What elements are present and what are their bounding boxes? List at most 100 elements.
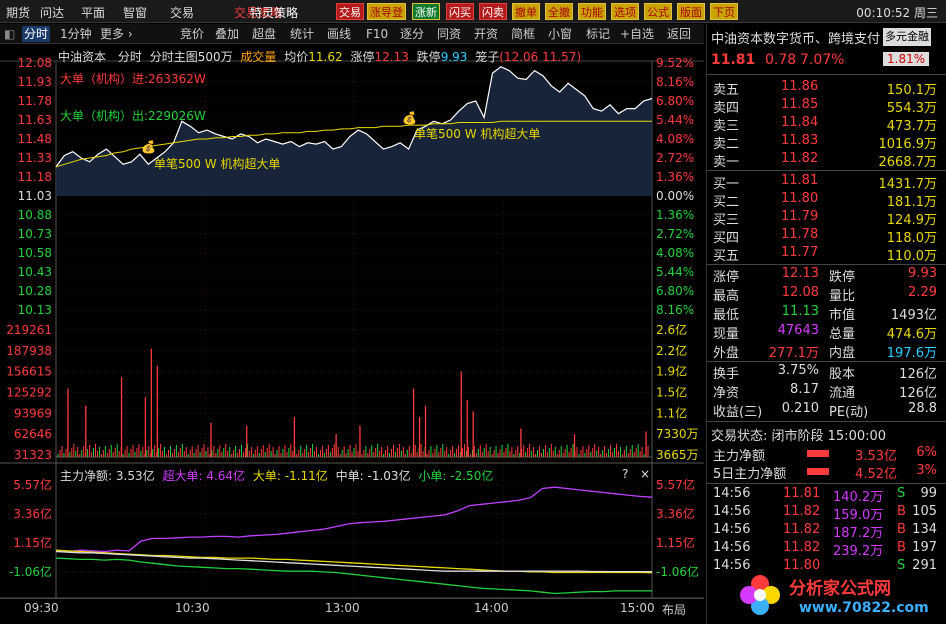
volume-tick-label: 2.6亿 <box>656 322 687 337</box>
menu-wenda[interactable]: 问达 <box>40 4 64 21</box>
bid-row[interactable]: 买四 11.78 118.0万 <box>707 227 946 246</box>
btn-flash-buy[interactable]: 闪买 <box>446 3 474 20</box>
ask-label: 卖五 <box>713 83 740 98</box>
moneybag-icon: 💰 <box>402 111 417 125</box>
btn-stats[interactable]: 统计 <box>290 26 314 42</box>
tick-price: 11.82 <box>783 540 821 555</box>
stat-value: 12.13 <box>781 266 819 281</box>
pct-tick-label: 5.44% <box>656 265 694 279</box>
stat-row: 收益(三) 0.210 PE(动) 28.8 <box>707 401 946 420</box>
tick-count: 99 <box>920 486 937 501</box>
price-pct: 7.07% <box>800 52 845 68</box>
menu-trade[interactable]: 交易 <box>170 4 194 21</box>
intraday-chart-panel[interactable]: 12.08 9.52% 11.93 8.16% 11.78 6.80% 11.63 5.44%… <box>0 45 704 600</box>
volume-tick-label: 219261 <box>6 323 52 337</box>
btn-mark[interactable]: 标记 <box>586 26 610 42</box>
bid-row[interactable]: 买三 11.79 124.9万 <box>707 209 946 228</box>
xl-order-label: 超大单: <box>162 469 203 483</box>
btn-up-login[interactable]: 涨导登 <box>367 3 406 20</box>
tick-row[interactable]: 14:56 11.81 140.2万 S 99 <box>707 486 946 505</box>
tab-more[interactable]: 更多 › <box>100 26 133 42</box>
close-icon[interactable]: × <box>640 467 650 481</box>
bid-row[interactable]: 买一 11.81 1431.7万 <box>707 173 946 192</box>
btn-back[interactable]: 返回 <box>667 26 691 42</box>
pct-tick-label: 9.52% <box>656 56 694 70</box>
tick-row[interactable]: 14:56 11.82 239.2万 B 197 <box>707 540 946 559</box>
btn-small-window[interactable]: 小窗 <box>548 26 572 42</box>
btn-add-watchlist[interactable]: +自选 <box>620 26 654 42</box>
l-order-label: 大单: <box>252 469 281 483</box>
watermark-text: 分析家公式网 <box>789 579 891 599</box>
volume-tick-label: 2.2亿 <box>656 343 687 358</box>
collapse-icon[interactable]: ◧ <box>4 26 15 42</box>
menu-plane[interactable]: 平面 <box>81 4 105 21</box>
avg-label: 均价 <box>284 50 309 64</box>
tick-row[interactable]: 14:56 11.82 187.2万 B 134 <box>707 522 946 541</box>
flow-bar-icon <box>807 468 829 475</box>
flow-row: 主力净额 3.53亿 6% <box>707 445 946 464</box>
volume-tick-label: 1.1亿 <box>656 405 687 420</box>
main-net-value: 3.53亿 <box>115 469 155 483</box>
stat-row: 现量 47643 总量 474.6万 <box>707 323 946 342</box>
btn-layout-page[interactable]: 版面 <box>677 3 705 20</box>
sector-tag[interactable]: 多元金融 <box>883 28 931 46</box>
bid-label: 买五 <box>713 249 740 264</box>
ask-row[interactable]: 卖五 11.86 150.1万 <box>707 79 946 98</box>
price-tick-label: 12.08 <box>18 56 52 70</box>
btn-super[interactable]: 超盘 <box>252 26 276 42</box>
stat-label: 收益(三) <box>713 405 763 420</box>
btn-options[interactable]: 选项 <box>611 3 639 20</box>
flow-pct: 6% <box>916 445 937 460</box>
big-order-in-label: 大单（机构）进:263362W <box>60 72 206 86</box>
ask-price: 11.82 <box>781 151 819 166</box>
bid-row[interactable]: 买五 11.77 110.0万 <box>707 245 946 264</box>
watermark-url: www.70822.com <box>799 600 929 616</box>
ask-row[interactable]: 卖一 11.82 2668.7万 <box>707 151 946 170</box>
current-price: 11.81 <box>711 52 756 68</box>
btn-next-page[interactable]: 下页 <box>710 3 738 20</box>
btn-per-minute[interactable]: 逐分 <box>400 26 424 42</box>
btn-overlay[interactable]: 叠加 <box>215 26 239 42</box>
intraday-chart-svg[interactable]: 12.08 9.52% 11.93 8.16% 11.78 6.80% 11.63 5.44%… <box>0 45 704 600</box>
btn-f10[interactable]: F10 <box>366 26 388 42</box>
flow-label: 主力净额 <box>713 449 766 464</box>
btn-auction[interactable]: 竞价 <box>180 26 204 42</box>
btn-cancel-all[interactable]: 全撤 <box>545 3 573 20</box>
btn-cancel[interactable]: 撤单 <box>512 3 540 20</box>
btn-trade[interactable]: 交易 <box>336 3 364 20</box>
m-order-value: -1.03亿 <box>367 469 411 483</box>
btn-same-capital[interactable]: 同资 <box>437 26 461 42</box>
pct-tick-label: 8.16% <box>656 75 694 89</box>
tab-fenshi[interactable]: 分时 <box>22 26 51 42</box>
ask-row[interactable]: 卖三 11.84 473.7万 <box>707 115 946 134</box>
bid-label: 买三 <box>713 213 740 228</box>
ask-row[interactable]: 卖二 11.83 1016.9万 <box>707 133 946 152</box>
menu-special-strategy[interactable]: 特灵策略 <box>250 4 298 21</box>
volume-tick-label: 1.5亿 <box>656 385 687 400</box>
menu-smart[interactable]: 智窗 <box>123 4 147 21</box>
ask-volume: 150.1万 <box>886 83 937 98</box>
bid-row[interactable]: 买二 11.80 181.1万 <box>707 191 946 210</box>
stat-row: 最低 11.13 市值 1493亿 <box>707 304 946 323</box>
stat-row: 净资 8.17 流通 126亿 <box>707 382 946 401</box>
tick-row[interactable]: 14:56 11.82 159.0万 B 105 <box>707 504 946 523</box>
tab-1min[interactable]: 1分钟 <box>60 26 92 42</box>
bid-volume: 181.1万 <box>886 195 937 210</box>
tick-time: 14:56 <box>713 504 751 519</box>
layout-button[interactable]: 布局 <box>662 601 686 618</box>
btn-formula[interactable]: 公式 <box>644 3 672 20</box>
menu-futures[interactable]: 期货 <box>6 4 30 21</box>
bid-price: 11.79 <box>781 209 819 224</box>
btn-simple-frame[interactable]: 简框 <box>511 26 535 42</box>
btn-function[interactable]: 功能 <box>578 3 606 20</box>
xl-order-value: 4.64亿 <box>206 469 246 483</box>
btn-drawline[interactable]: 画线 <box>327 26 351 42</box>
ask-volume: 1016.9万 <box>878 137 938 152</box>
btn-open-capital[interactable]: 开资 <box>474 26 498 42</box>
btn-flash-sell[interactable]: 闪卖 <box>479 3 507 20</box>
btn-new[interactable]: 涨新 <box>412 3 440 20</box>
help-icon[interactable]: ? <box>622 467 628 481</box>
stat-label: 外盘 <box>713 346 740 361</box>
stat-value: 9.93 <box>908 266 937 281</box>
ask-row[interactable]: 卖四 11.85 554.3万 <box>707 97 946 116</box>
